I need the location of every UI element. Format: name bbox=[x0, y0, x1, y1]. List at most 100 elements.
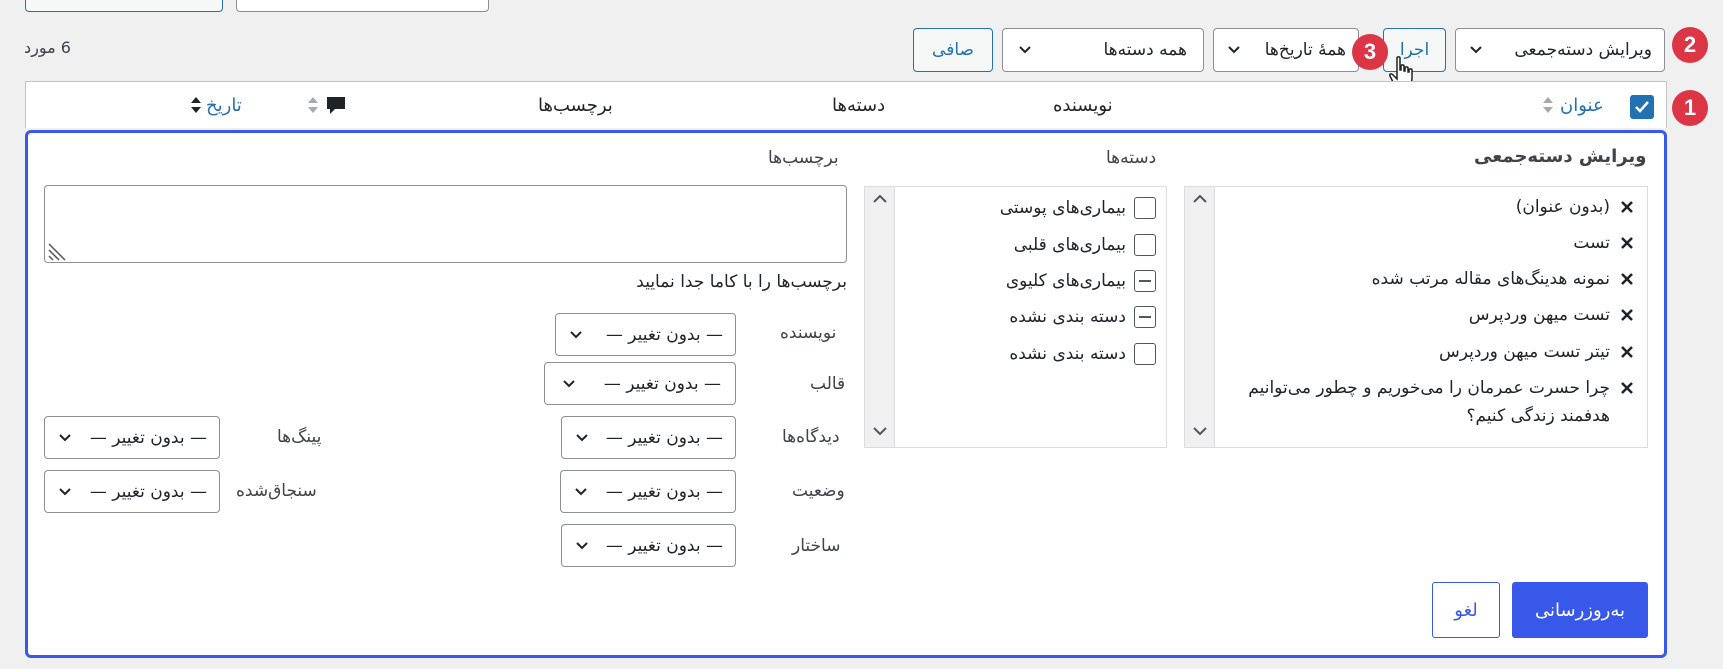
post-row-continued: هدفمند زندگی کنیم؟ bbox=[1220, 406, 1610, 426]
post-title-line2: هدفمند زندگی کنیم؟ bbox=[1466, 406, 1610, 426]
column-date[interactable]: تاریخ bbox=[190, 94, 242, 116]
resize-handle-icon[interactable] bbox=[47, 236, 73, 262]
date-filter-select[interactable]: همهٔ تاریخ‌ها bbox=[1213, 28, 1359, 72]
post-row: تیتر تست میهن وردپرس bbox=[1220, 342, 1634, 362]
column-author: نویسنده bbox=[1053, 95, 1113, 116]
category-option-label: بیماری‌های قلبی bbox=[1013, 235, 1126, 255]
chevron-down-icon bbox=[576, 541, 588, 549]
comment-icon bbox=[327, 97, 345, 114]
comments-label: دیدگاه‌ها bbox=[782, 427, 840, 447]
top-partial-button[interactable] bbox=[25, 0, 223, 12]
column-tags: برچسب‌ها bbox=[538, 95, 613, 116]
step-badge-1: 1 bbox=[1672, 90, 1708, 126]
category-option[interactable]: بیماری‌های کلیوی bbox=[900, 270, 1156, 292]
pings-select[interactable]: — بدون تغییر — bbox=[44, 416, 220, 459]
category-checkbox-indeterminate[interactable] bbox=[1134, 306, 1156, 328]
format-select-value: — بدون تغییر — bbox=[605, 535, 723, 556]
category-option[interactable]: بیماری‌های پوستی bbox=[900, 197, 1156, 219]
post-row: نمونه هدینگ‌های مقاله مرتب شده bbox=[1220, 269, 1634, 289]
chevron-down-icon bbox=[1019, 46, 1031, 54]
scroll-down-icon[interactable] bbox=[872, 425, 888, 437]
chevron-down-icon bbox=[570, 330, 582, 338]
post-title: (بدون عنوان) bbox=[1515, 197, 1610, 217]
status-label: وضعیت bbox=[792, 481, 845, 501]
post-row: تست میهن وردپرس bbox=[1220, 305, 1634, 325]
category-filter-select[interactable]: همه دسته‌ها bbox=[1002, 28, 1204, 72]
select-all-checkbox[interactable] bbox=[1630, 95, 1654, 119]
remove-icon[interactable] bbox=[1620, 236, 1634, 250]
post-title: نمونه هدینگ‌های مقاله مرتب شده bbox=[1371, 269, 1610, 289]
sticky-label: سنجاق‌شده bbox=[236, 481, 317, 501]
scroll-up-icon[interactable] bbox=[1192, 193, 1208, 205]
remove-icon[interactable] bbox=[1620, 272, 1634, 286]
author-select-value: — بدون تغییر — bbox=[605, 324, 723, 345]
comments-select-value: — بدون تغییر — bbox=[605, 427, 723, 448]
comments-select[interactable]: — بدون تغییر — bbox=[561, 416, 736, 459]
items-count: 6 مورد bbox=[24, 38, 71, 57]
tags-hint: برچسب‌ها را با کاما جدا نمایید bbox=[636, 272, 847, 292]
category-option-label: دسته بندی نشده bbox=[1009, 344, 1126, 364]
cancel-button-label: لغو bbox=[1454, 599, 1478, 621]
scroll-down-icon[interactable] bbox=[1192, 425, 1208, 437]
bulk-action-value: ویرایش دسته‌جمعی bbox=[1514, 40, 1652, 60]
tags-label: برچسب‌ها bbox=[768, 148, 839, 168]
bulk-edit-heading: ویرایش دسته‌جمعی bbox=[1474, 146, 1647, 167]
post-row: چرا حسرت عمرمان را می‌خوریم و چطور می‌تو… bbox=[1220, 378, 1634, 398]
category-option[interactable]: دسته بندی نشده bbox=[900, 306, 1156, 328]
template-label: قالب bbox=[810, 374, 846, 394]
update-button-label: به‌روزرسانی bbox=[1534, 599, 1625, 621]
category-checkbox[interactable] bbox=[1134, 343, 1156, 365]
filter-button[interactable]: صافی bbox=[913, 28, 993, 72]
categories-label: دسته‌ها bbox=[1106, 148, 1157, 168]
sort-icon bbox=[1543, 97, 1553, 113]
column-title[interactable]: عنوان bbox=[1542, 94, 1604, 116]
chevron-down-icon bbox=[1470, 46, 1482, 54]
tags-textarea[interactable] bbox=[44, 185, 847, 263]
cancel-button[interactable]: لغو bbox=[1432, 582, 1500, 638]
pings-select-value: — بدون تغییر — bbox=[89, 427, 207, 448]
column-categories: دسته‌ها bbox=[832, 95, 886, 116]
category-checkbox[interactable] bbox=[1134, 197, 1156, 219]
category-option-label: بیماری‌های پوستی bbox=[999, 198, 1126, 218]
remove-icon[interactable] bbox=[1620, 381, 1634, 395]
category-option-label: دسته بندی نشده bbox=[1009, 307, 1126, 327]
scroll-up-icon[interactable] bbox=[872, 193, 888, 205]
post-title: چرا حسرت عمرمان را می‌خوریم و چطور می‌تو… bbox=[1248, 378, 1610, 398]
column-date-label: تاریخ bbox=[206, 94, 242, 116]
update-button[interactable]: به‌روزرسانی bbox=[1512, 582, 1648, 638]
categories-scrollbar[interactable] bbox=[865, 187, 895, 447]
category-option[interactable]: دسته بندی نشده bbox=[900, 343, 1156, 365]
remove-icon[interactable] bbox=[1620, 345, 1634, 359]
category-checkbox-indeterminate[interactable] bbox=[1134, 270, 1156, 292]
remove-icon[interactable] bbox=[1620, 308, 1634, 322]
post-title: تیتر تست میهن وردپرس bbox=[1438, 342, 1610, 362]
post-title: تست bbox=[1573, 233, 1610, 253]
chevron-down-icon bbox=[59, 487, 71, 495]
chevron-down-icon bbox=[563, 379, 575, 387]
category-option[interactable]: بیماری‌های قلبی bbox=[900, 234, 1156, 256]
column-comments[interactable] bbox=[307, 94, 347, 116]
category-checkbox[interactable] bbox=[1134, 234, 1156, 256]
column-title-label: عنوان bbox=[1560, 94, 1604, 116]
category-option-label: بیماری‌های کلیوی bbox=[1005, 271, 1126, 291]
bulk-action-select[interactable]: ویرایش دسته‌جمعی bbox=[1455, 28, 1665, 72]
step-badge-2: 2 bbox=[1672, 27, 1708, 63]
template-select-value: — بدون تغییر — bbox=[603, 373, 721, 394]
status-select-value: — بدون تغییر — bbox=[605, 481, 723, 502]
format-select[interactable]: — بدون تغییر — bbox=[561, 524, 736, 567]
sort-icon bbox=[308, 97, 318, 113]
date-filter-value: همهٔ تاریخ‌ها bbox=[1264, 40, 1346, 60]
remove-icon[interactable] bbox=[1620, 200, 1634, 214]
post-row: تست bbox=[1220, 233, 1634, 253]
post-title: تست میهن وردپرس bbox=[1468, 305, 1610, 325]
template-select[interactable]: — بدون تغییر — bbox=[544, 362, 736, 405]
checkmark-icon bbox=[1635, 101, 1649, 113]
top-partial-input[interactable] bbox=[236, 0, 489, 12]
status-select[interactable]: — بدون تغییر — bbox=[560, 470, 736, 513]
posts-scrollbar[interactable] bbox=[1185, 187, 1215, 447]
sticky-select[interactable]: — بدون تغییر — bbox=[44, 470, 220, 513]
category-filter-value: همه دسته‌ها bbox=[1103, 40, 1187, 60]
chevron-down-icon bbox=[576, 433, 588, 441]
sticky-select-value: — بدون تغییر — bbox=[89, 481, 207, 502]
author-select[interactable]: — بدون تغییر — bbox=[555, 313, 736, 356]
